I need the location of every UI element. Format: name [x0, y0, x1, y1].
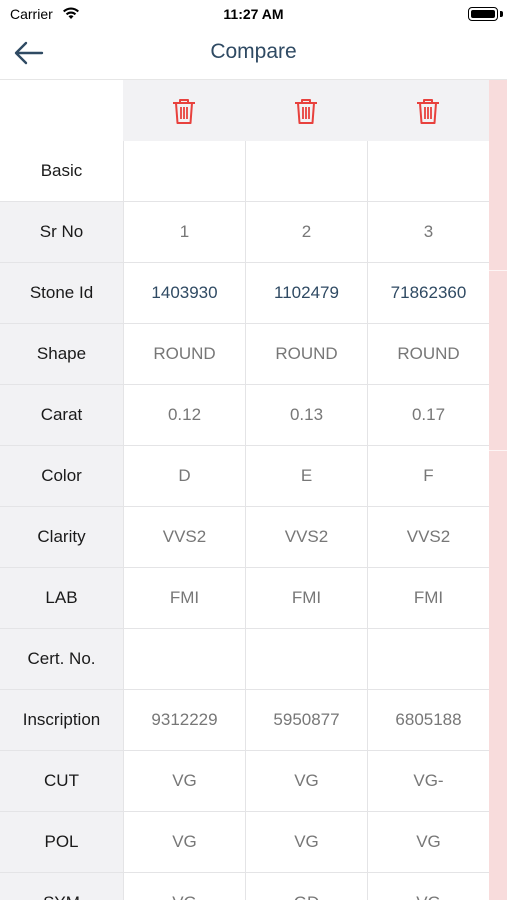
remove-column-3 — [367, 80, 489, 141]
row-label: Sr No — [0, 202, 123, 263]
battery-icon — [468, 7, 498, 21]
value-cell: 0.17 — [367, 385, 489, 446]
remove-column-1 — [123, 80, 245, 141]
value-cell: 6805188 — [367, 690, 489, 751]
row-label: CUT — [0, 751, 123, 812]
stone-id-link[interactable]: 1403930 — [123, 263, 245, 324]
section-label: Basic — [0, 141, 123, 202]
value-cell: VG- — [367, 751, 489, 812]
value-cell: ROUND — [245, 324, 367, 385]
table-row: Color D E F — [0, 446, 489, 507]
value-cell: 9312229 — [123, 690, 245, 751]
value-cell: VVS2 — [123, 507, 245, 568]
value-cell: VG — [123, 812, 245, 873]
trash-icon[interactable] — [415, 97, 441, 125]
value-cell: 3 — [367, 202, 489, 263]
value-cell — [367, 629, 489, 690]
value-cell: VG — [245, 751, 367, 812]
row-label: Color — [0, 446, 123, 507]
row-label: Inscription — [0, 690, 123, 751]
row-label: Shape — [0, 324, 123, 385]
page-title: Compare — [210, 40, 297, 63]
value-cell: VG — [245, 812, 367, 873]
status-bar: Carrier 11:27 AM — [0, 0, 507, 28]
table-row: SYMVGGDVG — [0, 873, 489, 900]
value-cell: VG — [367, 873, 489, 900]
battery-tip — [500, 11, 503, 17]
table-row: Clarity VVS2 VVS2 VVS2 — [0, 507, 489, 568]
side-strip — [489, 80, 507, 900]
trash-icon[interactable] — [171, 97, 197, 125]
section-blank-cell — [245, 141, 367, 202]
table-row: Carat 0.12 0.13 0.17 — [0, 385, 489, 446]
table-row: Shape ROUND ROUND ROUND — [0, 324, 489, 385]
value-cell — [123, 629, 245, 690]
row-label: LAB — [0, 568, 123, 629]
table-row: LAB FMI FMI FMI — [0, 568, 489, 629]
table-row: Cert. No. — [0, 629, 489, 690]
value-cell: ROUND — [367, 324, 489, 385]
value-cell: 0.13 — [245, 385, 367, 446]
value-cell: FMI — [367, 568, 489, 629]
section-header-basic: Basic — [0, 141, 489, 202]
value-cell: FMI — [123, 568, 245, 629]
value-cell: 5950877 — [245, 690, 367, 751]
table-row: Inscription 9312229 5950877 6805188 — [0, 690, 489, 751]
row-label: Clarity — [0, 507, 123, 568]
table-row: Sr No 1 2 3 — [0, 202, 489, 263]
row-label: Stone Id — [0, 263, 123, 324]
trash-row — [0, 80, 489, 141]
value-cell: E — [245, 446, 367, 507]
section-blank-cell — [367, 141, 489, 202]
value-cell: VVS2 — [367, 507, 489, 568]
stone-id-link[interactable]: 71862360 — [367, 263, 489, 324]
corner-cell — [0, 80, 123, 141]
section-blank-cell — [123, 141, 245, 202]
table-row: POL VG VG VG — [0, 812, 489, 873]
table-row: Stone Id 1403930 1102479 71862360 — [0, 263, 489, 324]
value-cell — [245, 629, 367, 690]
value-cell: 1 — [123, 202, 245, 263]
clock-time: 11:27 AM — [223, 6, 284, 22]
row-label: SYM — [0, 873, 123, 900]
value-cell: VG — [123, 751, 245, 812]
value-cell: 0.12 — [123, 385, 245, 446]
remove-column-2 — [245, 80, 367, 141]
row-label: POL — [0, 812, 123, 873]
trash-icon[interactable] — [293, 97, 319, 125]
value-cell: VVS2 — [245, 507, 367, 568]
row-label: Carat — [0, 385, 123, 446]
row-label: Cert. No. — [0, 629, 123, 690]
value-cell: ROUND — [123, 324, 245, 385]
value-cell: F — [367, 446, 489, 507]
value-cell: VG — [123, 873, 245, 900]
value-cell: 2 — [245, 202, 367, 263]
value-cell: FMI — [245, 568, 367, 629]
stone-id-link[interactable]: 1102479 — [245, 263, 367, 324]
nav-bar: Compare — [0, 28, 507, 80]
value-cell: VG — [367, 812, 489, 873]
value-cell: D — [123, 446, 245, 507]
value-cell: GD — [245, 873, 367, 900]
data-rows: Sr No 1 2 3 Stone Id 1403930 1102479 71862360 Sh… — [0, 202, 489, 900]
table-row: CUT VG VG VG- — [0, 751, 489, 812]
compare-table: Basic Sr No 1 2 3 Stone Id 1403930 1102479 7186… — [0, 80, 489, 900]
